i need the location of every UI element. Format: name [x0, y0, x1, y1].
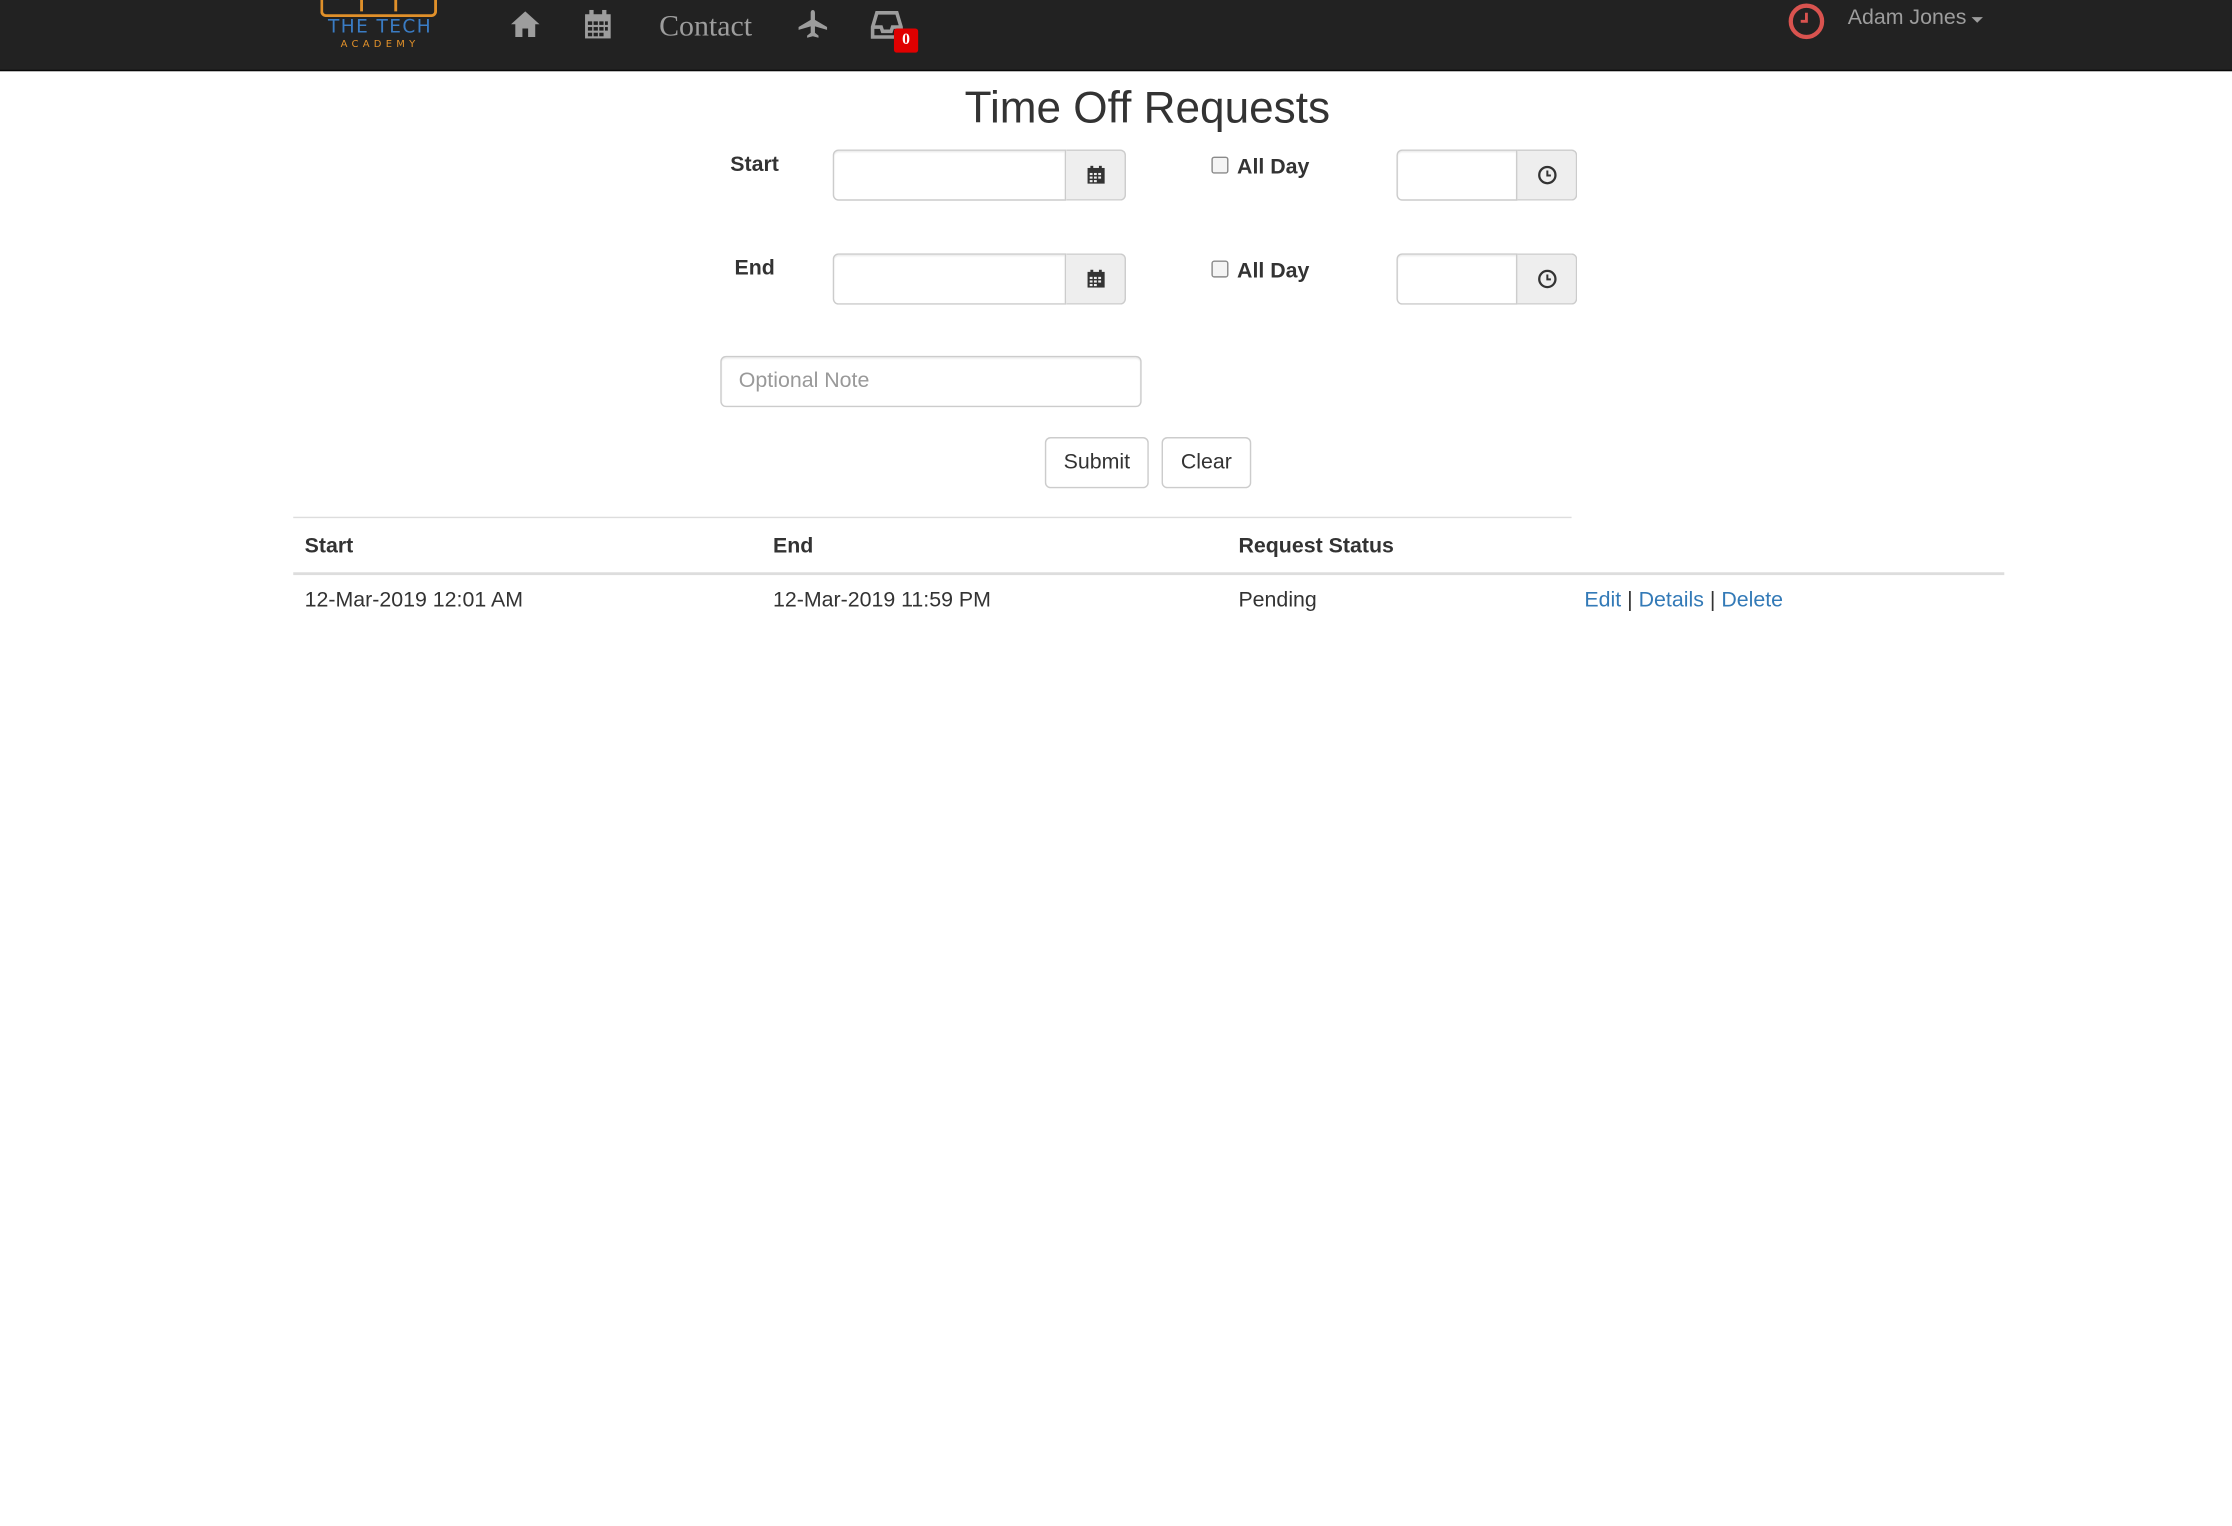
table-header-divider: [293, 572, 2005, 576]
tech-academy-logo[interactable]: THE TECH ACADEMY: [316, 0, 444, 57]
end-time-group: [1396, 253, 1578, 305]
calendar-icon[interactable]: [579, 6, 616, 43]
details-link[interactable]: Details: [1639, 588, 1704, 612]
end-all-day-label: All Day: [1237, 259, 1310, 284]
end-date-picker-button[interactable]: [1066, 253, 1126, 305]
end-label: End: [734, 256, 775, 281]
logo-arch-icon: [320, 0, 438, 18]
user-menu-dropdown[interactable]: Adam Jones: [1848, 6, 1984, 30]
time-clock-icon: [1537, 165, 1556, 185]
page: THE TECH ACADEMY Contact 0 Adam Jones Ti…: [0, 0, 2232, 1072]
start-time-group: [1396, 149, 1578, 201]
start-all-day-label: All Day: [1237, 155, 1310, 180]
end-all-day-checkbox[interactable]: [1211, 260, 1229, 278]
caret-down-icon: [1972, 16, 1984, 23]
clear-button[interactable]: Clear: [1161, 437, 1252, 489]
user-name: Adam Jones: [1847, 5, 1967, 30]
column-header-request-status: Request Status: [1238, 533, 1394, 559]
plane-icon[interactable]: [794, 6, 831, 43]
clock-icon[interactable]: [1788, 3, 1825, 40]
start-date-input[interactable]: [832, 149, 1067, 201]
start-time-input[interactable]: [1396, 149, 1518, 201]
end-time-picker-button[interactable]: [1517, 253, 1578, 305]
row-end-value: 12-Mar-2019 11:59 PM: [772, 587, 991, 613]
end-date-group: [832, 253, 1126, 305]
action-separator: |: [1709, 587, 1716, 613]
inbox-count-badge: 0: [893, 28, 919, 53]
start-all-day-option[interactable]: All Day: [1211, 155, 1309, 179]
table-divider: [293, 516, 1572, 519]
time-clock-icon: [1537, 269, 1556, 289]
column-header-start: Start: [304, 533, 354, 559]
home-icon[interactable]: [507, 6, 544, 43]
row-start-value: 12-Mar-2019 12:01 AM: [304, 587, 524, 613]
logo-subtitle: ACADEMY: [340, 38, 420, 50]
row-status-value: Pending: [1238, 587, 1317, 613]
logo-title: THE TECH: [328, 17, 433, 39]
start-date-picker-button[interactable]: [1066, 149, 1126, 201]
nav-contact-link[interactable]: Contact: [659, 9, 752, 45]
submit-button[interactable]: Submit: [1044, 437, 1149, 489]
page-title: Time Off Requests: [964, 82, 1331, 133]
end-time-input[interactable]: [1396, 253, 1518, 305]
end-all-day-option[interactable]: All Day: [1211, 259, 1309, 283]
start-date-group: [832, 149, 1126, 201]
end-date-input[interactable]: [832, 253, 1067, 305]
optional-note-input[interactable]: Optional Note: [720, 355, 1142, 408]
calendar-icon: [1086, 269, 1104, 288]
start-label: Start: [730, 152, 779, 177]
start-time-picker-button[interactable]: [1517, 149, 1578, 201]
edit-link[interactable]: Edit: [1584, 588, 1621, 612]
delete-link[interactable]: Delete: [1721, 588, 1783, 612]
calendar-icon: [1086, 165, 1104, 184]
start-all-day-checkbox[interactable]: [1211, 156, 1229, 174]
action-separator: |: [1627, 587, 1633, 613]
top-navbar: THE TECH ACADEMY Contact 0 Adam Jones: [0, 0, 2232, 72]
row-actions: Edit | Details | Delete: [1584, 588, 1783, 612]
column-header-end: End: [772, 533, 814, 559]
